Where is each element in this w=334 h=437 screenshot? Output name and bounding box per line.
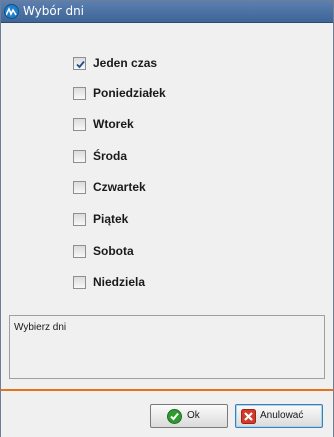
checkbox-box[interactable] bbox=[73, 87, 86, 100]
cancel-button-label: Anulować bbox=[260, 410, 304, 421]
checkbox-box[interactable] bbox=[73, 57, 86, 70]
accent-divider bbox=[1, 389, 333, 391]
checkbox-box[interactable] bbox=[73, 150, 86, 163]
checkbox-label: Piątek bbox=[93, 212, 129, 226]
checkbox-label: Jeden czas bbox=[93, 56, 158, 70]
cancel-button[interactable]: Anulować bbox=[235, 404, 323, 428]
checkbox-label: Wtorek bbox=[93, 117, 134, 131]
close-icon bbox=[241, 409, 256, 424]
checkbox-box[interactable] bbox=[73, 118, 86, 131]
checkbox-label: Sobota bbox=[93, 244, 134, 258]
checkbox-label: Niedziela bbox=[93, 275, 146, 289]
checkbox-box[interactable] bbox=[73, 245, 86, 258]
app-logo-icon bbox=[4, 4, 19, 19]
checkbox-label: Poniedziałek bbox=[93, 86, 166, 100]
checkbox-label: Środa bbox=[93, 149, 128, 163]
check-circle-icon bbox=[167, 409, 182, 424]
ok-button-label: Ok bbox=[187, 410, 200, 421]
title-bar[interactable]: Wybór dni bbox=[1, 1, 333, 23]
checkbox-label: Czwartek bbox=[93, 180, 146, 194]
ok-button[interactable]: Ok bbox=[150, 404, 228, 428]
checkbox-box[interactable] bbox=[73, 276, 86, 289]
checkbox-box[interactable] bbox=[73, 213, 86, 226]
info-panel: Wybierz dni bbox=[9, 315, 325, 379]
button-bar: Ok Anulować bbox=[1, 389, 333, 437]
dialog-window: Wybór dni Jeden czas Poniedziałek Wtorek… bbox=[0, 0, 334, 437]
checkbox-box[interactable] bbox=[73, 181, 86, 194]
window-title: Wybór dni bbox=[23, 4, 85, 18]
info-text: Wybierz dni bbox=[14, 322, 67, 333]
